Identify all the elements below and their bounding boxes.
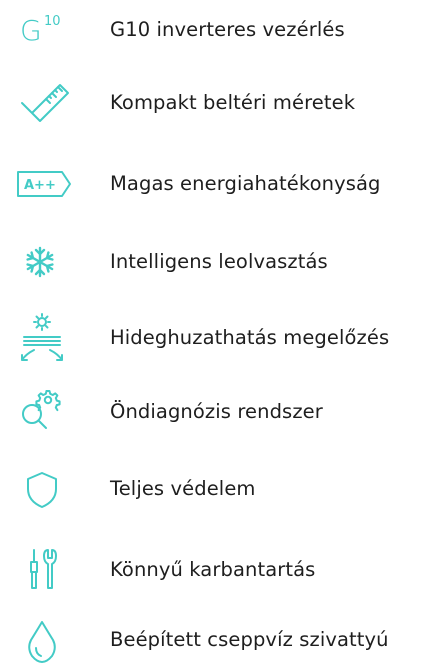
feature-label: Hideghuzathatás megelőzés xyxy=(110,326,390,349)
feature-label: Könnyű karbantartás xyxy=(110,558,316,581)
feature-label: Teljes védelem xyxy=(110,477,256,500)
svg-text:G: G xyxy=(20,14,42,47)
tools-icon xyxy=(12,542,76,598)
ruler-check-icon xyxy=(12,75,76,131)
svg-text:10: 10 xyxy=(44,14,61,29)
feature-item-energy-efficiency: A++ Magas energiahatékonyság xyxy=(0,156,440,212)
feature-label: Beépített cseppvíz szivattyú xyxy=(110,628,389,651)
feature-item-g10-inverter: G 10 G10 inverteres vezérlés xyxy=(0,2,440,58)
feature-item-easy-maintenance: Könnyű karbantartás xyxy=(0,542,440,598)
g10-inverter-icon: G 10 xyxy=(12,2,76,58)
feature-label: G10 inverteres vezérlés xyxy=(110,18,345,41)
shield-icon xyxy=(12,461,76,517)
energy-class-icon: A++ xyxy=(12,156,76,212)
svg-text:A++: A++ xyxy=(24,178,56,193)
feature-item-anti-cold-draft: Hideghuzathatás megelőzés xyxy=(0,310,440,366)
feature-item-smart-defrost: Intelligens leolvasztás xyxy=(0,234,440,290)
feature-label: Magas energiahatékonyság xyxy=(110,172,381,195)
feature-list: G 10 G10 inverteres vezérlés Kompakt bel… xyxy=(0,0,440,663)
snowflake-icon xyxy=(12,234,76,290)
feature-item-full-protection: Teljes védelem xyxy=(0,461,440,517)
feature-item-self-diagnosis: Öndiagnózis rendszer xyxy=(0,384,440,440)
feature-item-compact-size: Kompakt beltéri méretek xyxy=(0,75,440,131)
feature-label: Öndiagnózis rendszer xyxy=(110,400,323,423)
air-deflector-icon xyxy=(12,310,76,366)
feature-item-condensate-pump: Beépített cseppvíz szivattyú xyxy=(0,612,440,668)
feature-label: Intelligens leolvasztás xyxy=(110,250,328,273)
feature-label: Kompakt beltéri méretek xyxy=(110,91,356,114)
gear-magnifier-icon xyxy=(12,384,76,440)
water-drop-icon xyxy=(12,612,76,668)
